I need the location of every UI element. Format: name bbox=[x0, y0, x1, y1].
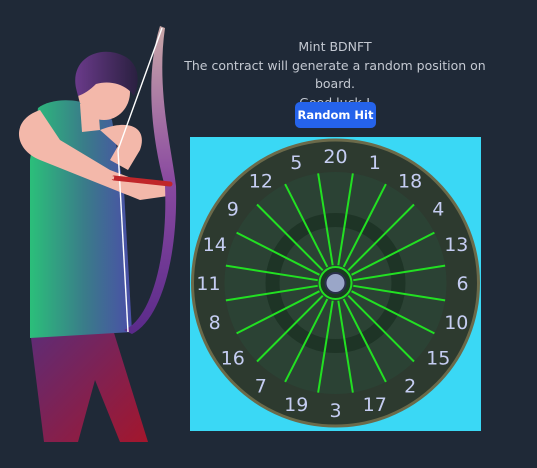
dartboard-panel: 20 1 18 4 13 6 10 15 2 17 3 19 7 16 8 11 14 9 12 5 bbox=[190, 137, 481, 431]
board-number: 9 bbox=[227, 198, 239, 220]
board-number: 15 bbox=[426, 348, 450, 370]
board-number: 7 bbox=[255, 376, 267, 398]
board-number: 18 bbox=[398, 170, 422, 192]
board-number: 3 bbox=[329, 400, 341, 422]
page-header: Mint BDNFT The contract will generate a … bbox=[180, 38, 490, 112]
board-number: 17 bbox=[363, 394, 387, 416]
board-number: 13 bbox=[444, 234, 468, 256]
board-number: 8 bbox=[209, 312, 221, 334]
board-number: 11 bbox=[196, 273, 220, 295]
board-number: 6 bbox=[456, 273, 468, 295]
dartboard: 20 1 18 413 6 10 15 2 17 3 19 7 168 11 149 12 5 bbox=[190, 137, 481, 431]
board-number: 2 bbox=[404, 376, 416, 398]
board-number: 1 bbox=[369, 152, 381, 174]
board-number: 16 bbox=[221, 348, 245, 370]
bullseye bbox=[324, 272, 347, 294]
random-hit-button[interactable]: Random Hit bbox=[295, 102, 376, 128]
mint-title: Mint BDNFT bbox=[298, 39, 372, 54]
board-number: 14 bbox=[203, 234, 227, 256]
board-number: 12 bbox=[249, 170, 273, 192]
archer-illustration bbox=[18, 26, 177, 442]
board-number: 10 bbox=[444, 312, 468, 334]
board-number: 20 bbox=[323, 146, 347, 168]
board-number: 4 bbox=[432, 198, 444, 220]
contract-description: The contract will generate a random posi… bbox=[184, 57, 486, 92]
board-number: 5 bbox=[290, 152, 302, 174]
board-number: 19 bbox=[284, 394, 308, 416]
